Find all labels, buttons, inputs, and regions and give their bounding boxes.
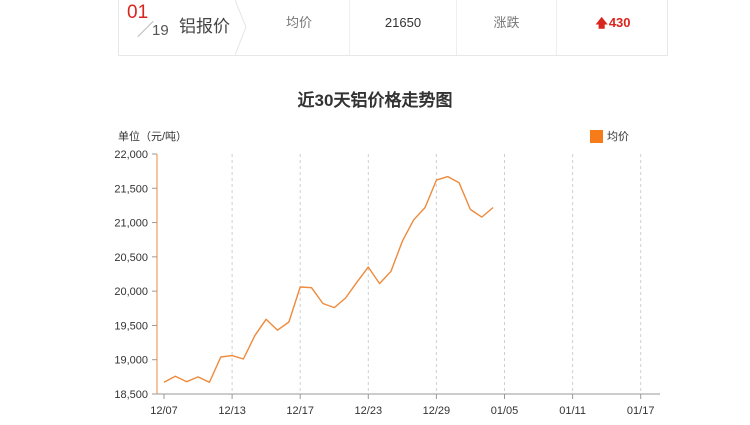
series-layer bbox=[163, 175, 494, 383]
data-point bbox=[322, 302, 324, 304]
data-point bbox=[299, 286, 301, 288]
x-tick-label: 01/17 bbox=[627, 405, 655, 417]
x-tick-label: 01/11 bbox=[559, 405, 586, 417]
data-point bbox=[356, 281, 358, 283]
x-tick-label: 12/23 bbox=[355, 405, 383, 417]
y-tick-label: 21,500 bbox=[114, 183, 148, 195]
data-point bbox=[367, 266, 369, 268]
axis-layer bbox=[152, 153, 660, 399]
data-point bbox=[242, 358, 244, 360]
data-point bbox=[265, 318, 267, 320]
x-tick-label: 01/05 bbox=[491, 405, 519, 417]
data-point bbox=[447, 175, 449, 177]
label-layer: 18,500 19,000 19,500 20,000 20,500 21,000 21,5… bbox=[114, 149, 654, 417]
data-point bbox=[469, 208, 471, 210]
data-point bbox=[220, 356, 222, 358]
y-tick-label: 21,000 bbox=[114, 218, 148, 230]
x-tick-label: 12/07 bbox=[150, 405, 178, 417]
data-point bbox=[231, 354, 233, 356]
data-point bbox=[413, 219, 415, 221]
x-tick-label: 12/13 bbox=[218, 405, 246, 417]
data-point bbox=[197, 376, 199, 378]
data-point bbox=[288, 321, 290, 323]
x-tick-label: 12/29 bbox=[423, 405, 451, 417]
data-point bbox=[208, 381, 210, 383]
data-point bbox=[254, 335, 256, 337]
series-line bbox=[163, 175, 494, 383]
data-point bbox=[458, 182, 460, 184]
x-tick-label: 12/17 bbox=[286, 405, 314, 417]
data-point bbox=[481, 216, 483, 218]
data-point bbox=[163, 381, 165, 383]
grid-layer bbox=[231, 154, 642, 394]
data-point bbox=[424, 206, 426, 208]
y-tick-label: 18,500 bbox=[114, 389, 148, 401]
data-point bbox=[401, 240, 403, 242]
data-point bbox=[310, 287, 312, 289]
y-tick-label: 22,000 bbox=[114, 149, 148, 161]
data-point bbox=[492, 206, 494, 208]
y-tick-label: 19,500 bbox=[114, 320, 148, 332]
data-point bbox=[276, 329, 278, 331]
data-point bbox=[378, 282, 380, 284]
data-point bbox=[333, 306, 335, 308]
y-tick-label: 20,500 bbox=[114, 252, 148, 264]
y-tick-label: 19,000 bbox=[114, 355, 148, 367]
data-point bbox=[390, 270, 392, 272]
data-point bbox=[174, 375, 176, 377]
line-chart: 18,500 19,000 19,500 20,000 20,500 21,000 21,5… bbox=[114, 149, 660, 417]
data-point bbox=[435, 179, 437, 181]
data-point bbox=[186, 380, 188, 382]
data-point bbox=[344, 297, 346, 299]
y-tick-label: 20,000 bbox=[114, 286, 148, 298]
